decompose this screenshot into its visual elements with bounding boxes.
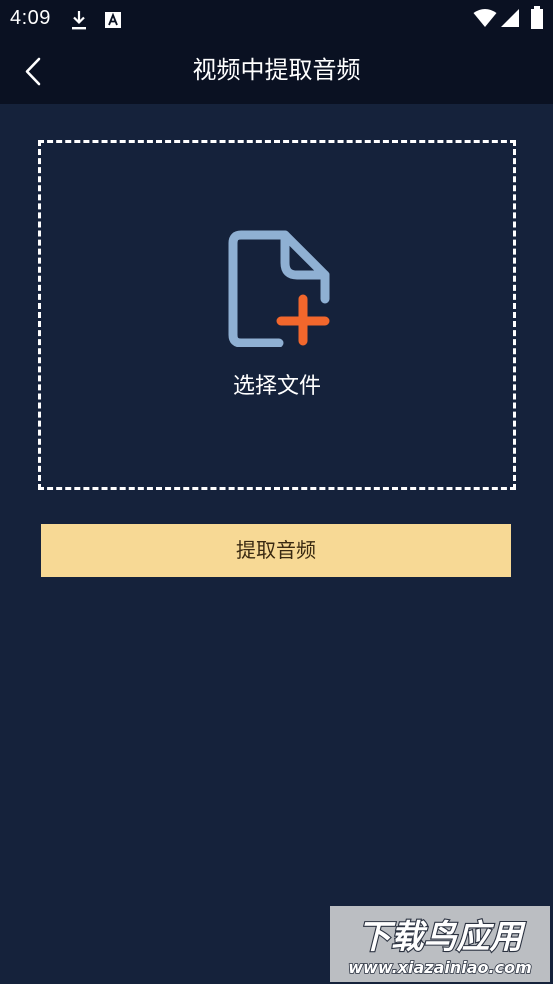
download-icon <box>72 11 86 30</box>
signal-icon <box>501 9 519 27</box>
select-file-label: 选择文件 <box>232 374 321 399</box>
status-bar: 4:09 <box>0 0 553 40</box>
page-title: 视频中提取音频 <box>192 56 361 84</box>
battery-icon <box>531 6 543 29</box>
watermark: 下载鸟应用 www.xiazainiao.com <box>330 906 550 982</box>
file-add-icon <box>228 230 330 347</box>
extract-audio-button[interactable]: 提取音频 <box>41 524 511 577</box>
select-file-dropzone[interactable]: 选择文件 <box>38 140 516 490</box>
wifi-icon <box>473 9 497 27</box>
svg-text:www.xiazainiao.com: www.xiazainiao.com <box>348 958 531 977</box>
app-header: 视频中提取音频 <box>0 40 553 104</box>
a-icon <box>105 12 121 28</box>
svg-text:下载鸟应用: 下载鸟应用 <box>358 917 527 956</box>
status-time: 4:09 <box>10 7 51 29</box>
watermark-logo: 下载鸟应用 www.xiazainiao.com <box>347 916 532 978</box>
page: 4:09 视频中提取音频 选择文件 提取音频 下载鸟应用 www.xiazain… <box>0 0 553 984</box>
